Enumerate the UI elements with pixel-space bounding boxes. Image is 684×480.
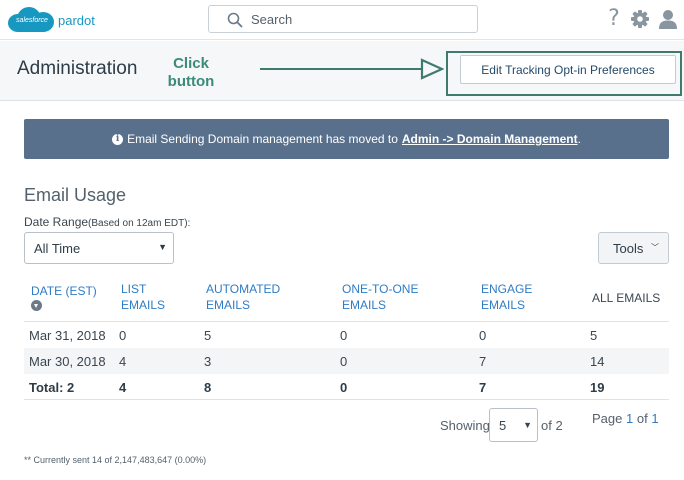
salesforce-cloud-icon: salesforce (8, 5, 54, 35)
column-header-label: EMAILS (342, 298, 387, 312)
search-icon (227, 12, 243, 28)
column-header-label: ALL EMAILS (592, 291, 661, 305)
table-cell: 7 (479, 380, 487, 395)
pointer-arrow-icon (260, 58, 444, 80)
table-cell: 4 (119, 354, 127, 369)
table-divider (24, 399, 669, 400)
domain-management-link[interactable]: Admin -> Domain Management (402, 132, 578, 146)
column-header-engage-emails[interactable]: ENGAGE EMAILS (481, 281, 532, 313)
column-header-label: ONE-TO-ONE (342, 282, 419, 296)
search-box[interactable] (208, 5, 478, 33)
table-cell: 14 (590, 354, 605, 369)
note-line-2: button (167, 73, 215, 90)
page-label: Page (592, 411, 623, 426)
table-row: Mar 30, 2018 4 3 0 7 14 (24, 348, 669, 374)
table-cell: 3 (204, 354, 212, 369)
info-icon: i (112, 133, 124, 145)
column-header-label: DATE (EST) (31, 284, 97, 298)
info-banner: i Email Sending Domain management has mo… (24, 119, 669, 159)
total-pages-link[interactable]: 1 (651, 411, 658, 426)
pardot-logo[interactable]: salesforce pardot (8, 5, 95, 35)
page-of-label: of (636, 411, 648, 426)
column-header-label: LIST (121, 282, 147, 296)
note-line-1: Click (173, 55, 209, 72)
table-cell: 0 (340, 354, 348, 369)
banner-suffix: . (577, 132, 581, 146)
banner-text: Email Sending Domain management has move… (127, 132, 398, 146)
showing-label: Showing (440, 418, 490, 433)
top-bar: salesforce pardot ? (0, 0, 684, 40)
column-header-automated-emails[interactable]: AUTOMATED EMAILS (206, 281, 280, 313)
tools-label: Tools (613, 241, 644, 256)
table-cell: 19 (590, 380, 605, 395)
column-header-label: EMAILS (121, 298, 166, 312)
table-cell: Mar 30, 2018 (29, 354, 106, 369)
usage-footnote: ** Currently sent 14 of 2,147,483,647 (0… (24, 455, 207, 465)
table-cell: 7 (479, 354, 487, 369)
table-row: Mar 31, 2018 0 5 0 0 5 (24, 322, 669, 348)
date-range-label: Date Range(Based on 12am EDT): (24, 215, 190, 229)
gear-icon[interactable] (629, 8, 651, 30)
table-cell: 0 (119, 328, 127, 343)
column-header-label: EMAILS (481, 298, 526, 312)
date-range-hint: (Based on 12am EDT): (88, 218, 191, 229)
chevron-down-icon: ﹀ (651, 243, 659, 252)
table-cell: 5 (204, 328, 212, 343)
edit-tracking-opt-in-preferences-button[interactable]: Edit Tracking Opt-in Preferences (460, 55, 676, 84)
table-cell: Total: 2 (29, 380, 75, 395)
column-header-one-to-one-emails[interactable]: ONE-TO-ONE EMAILS (342, 281, 418, 313)
column-header-date[interactable]: DATE (EST) (31, 283, 97, 299)
table-cell: 0 (340, 380, 348, 395)
rows-of-total: of 2 (541, 418, 563, 433)
tools-button[interactable]: Tools ﹀ (598, 232, 669, 264)
section-title: Email Usage (24, 185, 127, 205)
column-header-all-emails: ALL EMAILS (592, 290, 660, 306)
table-cell: 0 (340, 328, 348, 343)
date-range-select[interactable]: All Time ▼ (24, 232, 174, 264)
logo-cloud-text: salesforce (16, 17, 48, 24)
table-total-row: Total: 2 4 8 0 7 19 (24, 374, 669, 400)
caret-down-icon: ▼ (158, 242, 167, 252)
help-icon[interactable]: ? (603, 8, 625, 30)
column-header-list-emails[interactable]: LIST EMAILS (121, 281, 165, 313)
user-icon[interactable] (657, 8, 679, 30)
date-range-value: All Time (34, 241, 81, 256)
date-range-label-text: Date Range (24, 215, 89, 229)
column-header-label: AUTOMATED (206, 282, 281, 296)
page-title: Administration (17, 58, 138, 79)
instruction-note: Click button (166, 55, 216, 91)
caret-down-icon: ▼ (523, 420, 532, 430)
sort-descending-icon[interactable] (31, 300, 42, 311)
column-header-label: ENGAGE (481, 282, 533, 296)
search-input[interactable] (251, 9, 471, 29)
table-cell: 8 (204, 380, 212, 395)
column-header-label: EMAILS (206, 298, 251, 312)
page-size-value: 5 (499, 418, 507, 433)
logo-product-name: pardot (58, 12, 95, 28)
page-size-select[interactable]: 5 ▼ (489, 408, 538, 442)
page-info: Page 1 of 1 (592, 411, 659, 426)
table-cell: 0 (479, 328, 487, 343)
table-cell: Mar 31, 2018 (29, 328, 106, 343)
current-page-link[interactable]: 1 (626, 411, 633, 426)
table-cell: 4 (119, 380, 127, 395)
table-cell: 5 (590, 328, 598, 343)
